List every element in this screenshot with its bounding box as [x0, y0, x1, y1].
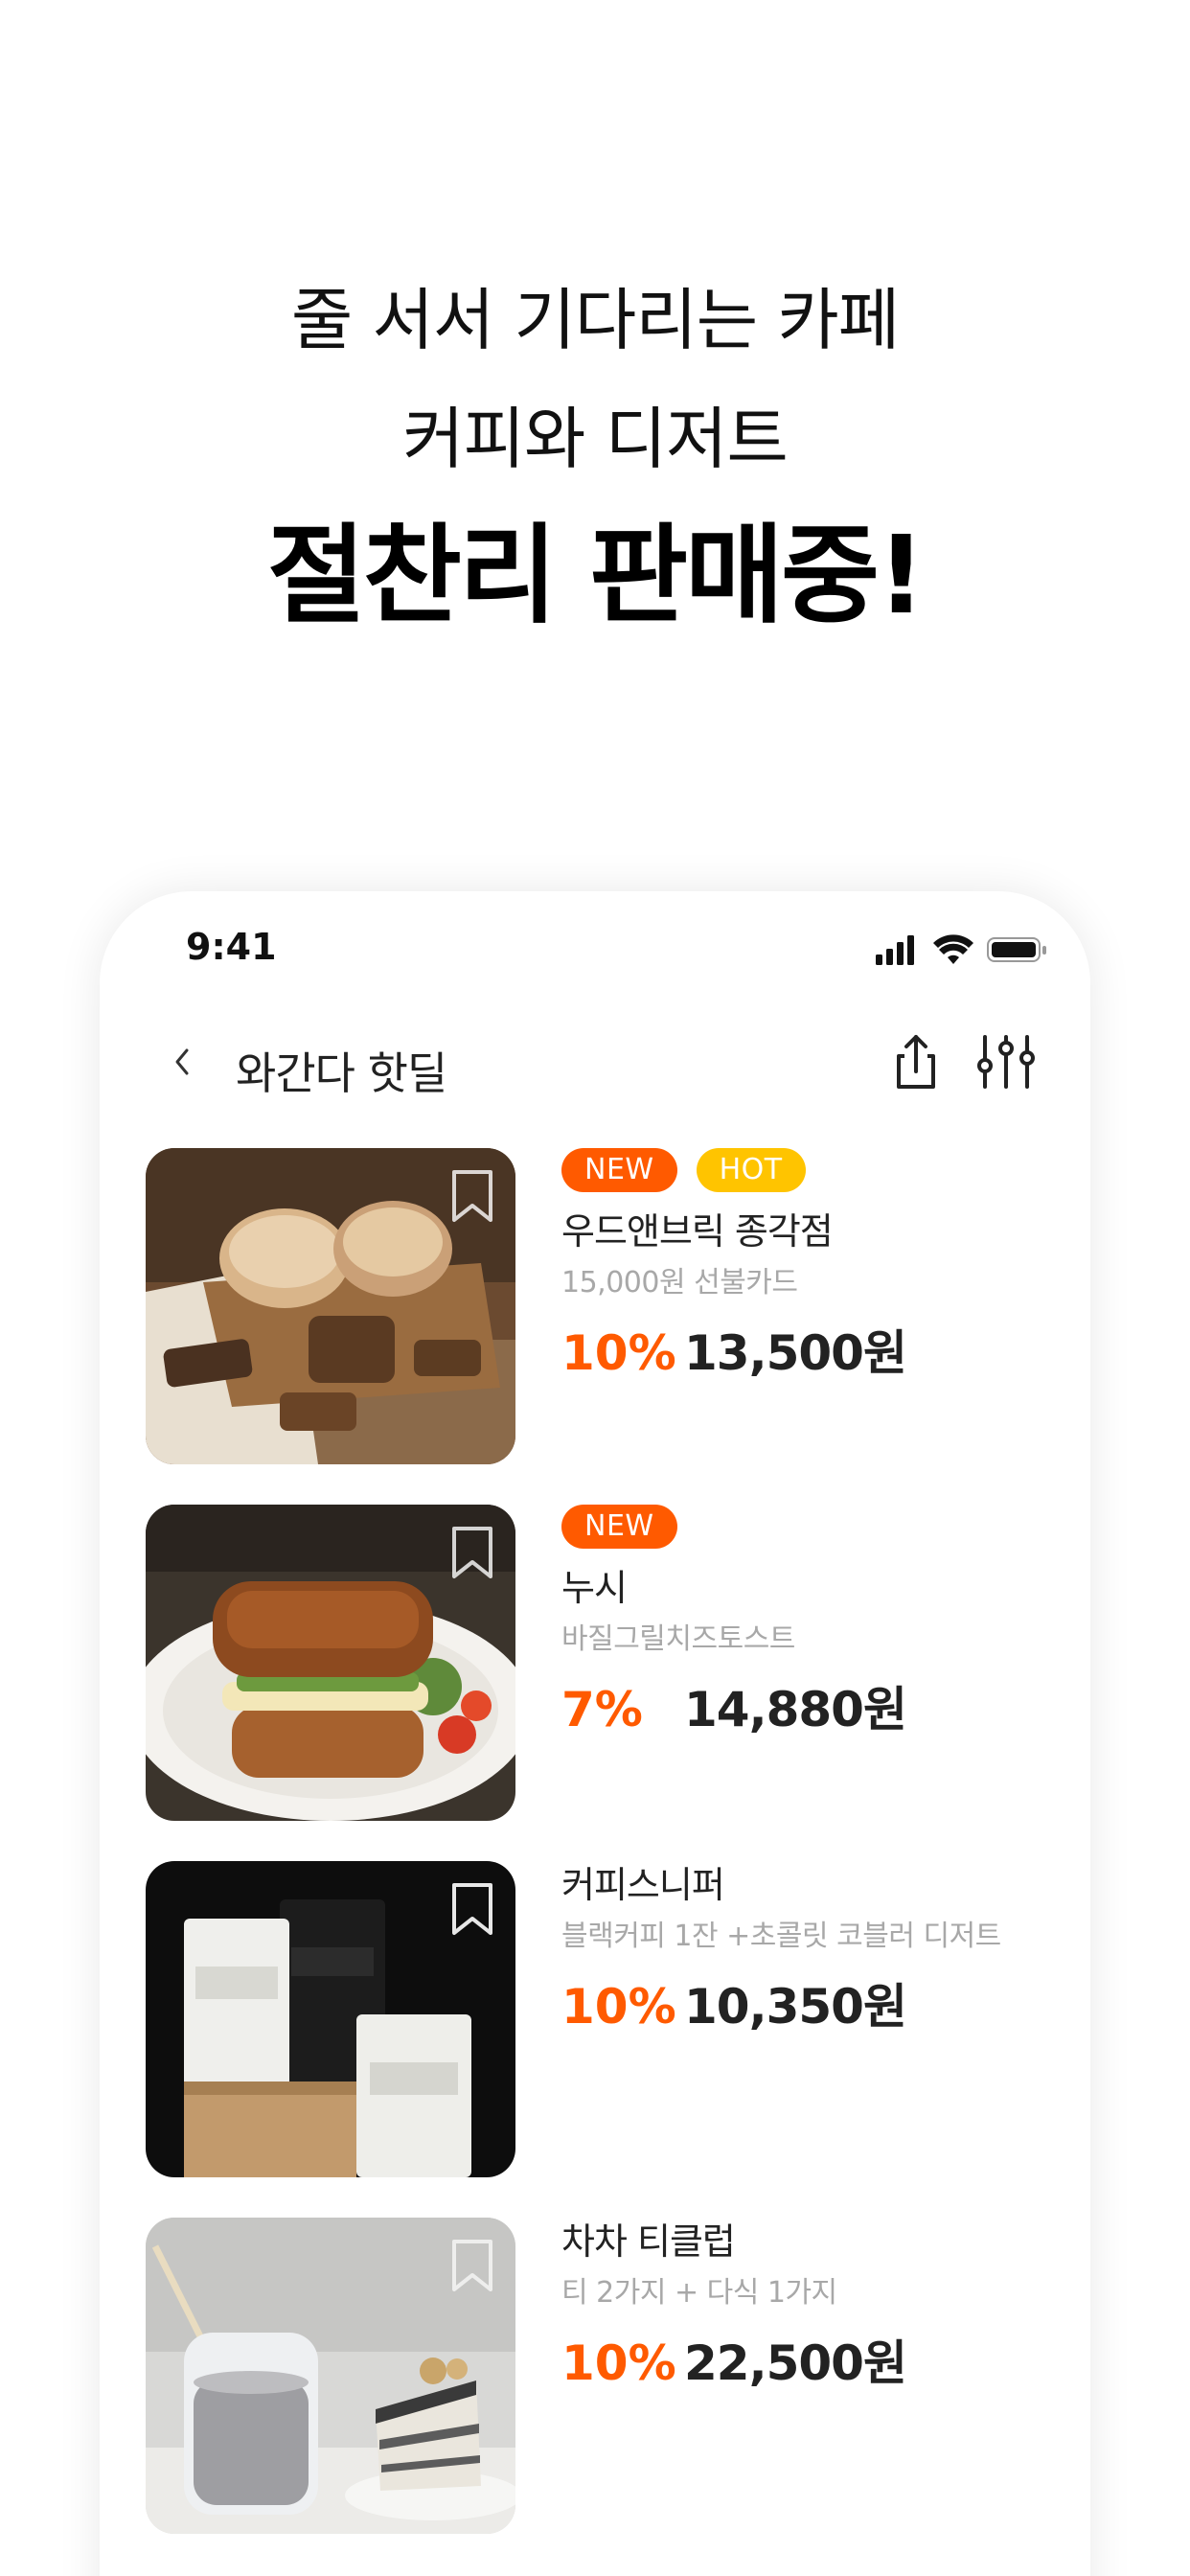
store-name: 차차 티클럽 [561, 2220, 736, 2263]
list-item[interactable]: 커피스니퍼 블랙커피 1잔 +초콜릿 코블러 디저트 10% 10,350원 [100, 1861, 1090, 2218]
discount-rate: 10% [561, 1979, 676, 2035]
back-button[interactable] [151, 1031, 213, 1092]
discount-rate: 7% [561, 1682, 643, 1737]
status-bar: 9:41 [100, 891, 1090, 1006]
bookmark-icon[interactable] [450, 1526, 494, 1579]
price: 22,500원 [684, 2335, 907, 2391]
product-list: NEW HOT 우드앤브릭 종각점 15,000원 선불카드 10% 13,50… [100, 1148, 1090, 2574]
product-image-bread [146, 1148, 515, 1464]
status-time: 9:41 [186, 926, 277, 968]
price: 13,500원 [684, 1325, 907, 1381]
hot-badge: HOT [696, 1148, 806, 1192]
promo-line-1: 줄 서서 기다리는 카페 [290, 281, 900, 359]
discount-rate: 10% [561, 2335, 676, 2391]
product-image-sandwich [146, 1505, 515, 1821]
nav-bar: 와간다 핫딜 [100, 1006, 1090, 1121]
price: 10,350원 [684, 1979, 907, 2035]
battery-icon [987, 937, 1046, 962]
bookmark-icon[interactable] [450, 2239, 494, 2292]
price-row: 7% 14,880원 [561, 1671, 1060, 1740]
item-info: 차차 티클럽 티 2가지 + 다식 1가지 10% 22,500원 [561, 2218, 1060, 2394]
store-name: 우드앤브릭 종각점 [561, 1210, 834, 1253]
item-info: NEW HOT 우드앤브릭 종각점 15,000원 선불카드 10% 13,50… [561, 1148, 1060, 1384]
page: 줄 서서 기다리는 카페 커피와 디저트 절찬리 판매중! 9:41 와간다 핫… [0, 0, 1190, 2576]
price: 14,880원 [684, 1682, 907, 1737]
item-description: 바질그릴치즈토스트 [561, 1622, 795, 1656]
status-icons [876, 934, 1046, 965]
discount-rate: 10% [561, 1325, 676, 1381]
product-image-tea-cake [146, 2218, 515, 2534]
product-image-coffee-bags [146, 1861, 515, 2177]
promo-headline: 절찬리 판매중! [266, 514, 926, 638]
price-row: 10% 22,500원 [561, 2325, 1060, 2394]
wifi-icon [933, 934, 973, 964]
item-info: 커피스니퍼 블랙커피 1잔 +초콜릿 코블러 디저트 10% 10,350원 [561, 1861, 1060, 2037]
store-name: 커피스니퍼 [561, 1864, 725, 1906]
item-description: 티 2가지 + 다식 1가지 [561, 2276, 837, 2310]
new-badge: NEW [561, 1148, 677, 1192]
list-item[interactable]: 차차 티클럽 티 2가지 + 다식 1가지 10% 22,500원 [100, 2218, 1090, 2574]
list-item[interactable]: NEW HOT 우드앤브릭 종각점 15,000원 선불카드 10% 13,50… [100, 1148, 1090, 1505]
page-title: 와간다 핫딜 [236, 1047, 447, 1099]
list-item[interactable]: NEW 누시 바질그릴치즈토스트 7% 14,880원 [100, 1505, 1090, 1861]
share-icon[interactable] [883, 1029, 949, 1094]
new-badge: NEW [561, 1505, 677, 1549]
price-row: 10% 10,350원 [561, 1968, 1060, 2037]
item-description: 블랙커피 1잔 +초콜릿 코블러 디저트 [561, 1920, 1001, 1953]
bookmark-icon[interactable] [450, 1169, 494, 1223]
back-chevron-icon [175, 1048, 189, 1075]
badge-row: NEW HOT [561, 1148, 1060, 1194]
promo-line-2: 커피와 디저트 [402, 400, 789, 478]
store-name: 누시 [561, 1567, 628, 1609]
bookmark-icon[interactable] [450, 1882, 494, 1936]
signal-icon [876, 935, 914, 965]
price-row: 10% 13,500원 [561, 1315, 1060, 1384]
item-description: 15,000원 선불카드 [561, 1266, 798, 1300]
item-info: NEW 누시 바질그릴치즈토스트 7% 14,880원 [561, 1505, 1060, 1740]
filter-sliders-icon[interactable] [973, 1029, 1039, 1094]
phone-frame: 9:41 와간다 핫딜 NEW HOT 우드앤브릭 종각점 15,000원 선불… [100, 891, 1090, 2576]
badge-row: NEW [561, 1505, 1060, 1551]
